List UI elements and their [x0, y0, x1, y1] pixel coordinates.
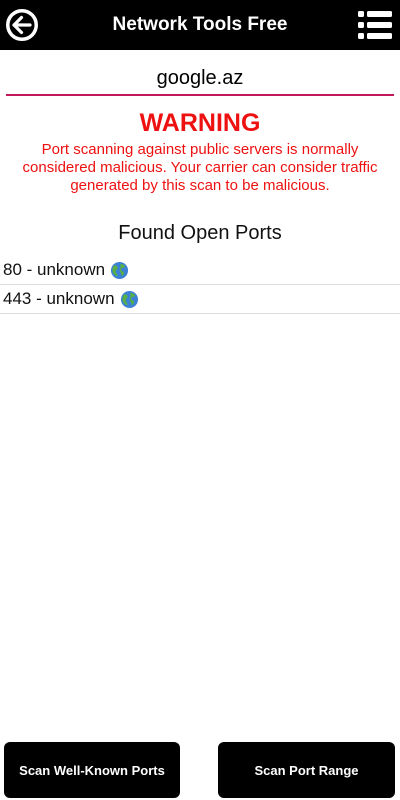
port-label: 443 - unknown	[3, 289, 115, 308]
globe-icon	[120, 290, 138, 308]
list-item[interactable]: 80 - unknown	[0, 256, 400, 285]
port-label: 80 - unknown	[3, 260, 106, 279]
ports-heading: Found Open Ports	[118, 222, 282, 244]
app-bar: Network Tools Free	[0, 0, 400, 50]
scan-well-known-ports-button[interactable]: Scan Well-Known Ports	[4, 742, 180, 798]
list-menu-icon	[358, 11, 392, 39]
warning-message: Port scanning against public servers is …	[22, 141, 378, 194]
port-scanner-screen: Network Tools Free WARNING Port scanning…	[0, 0, 400, 800]
list-item[interactable]: 443 - unknown	[0, 285, 400, 314]
ports-list: 80 - unknown 443 - unknown	[0, 256, 400, 314]
app-title: Network Tools Free	[112, 14, 288, 35]
host-field	[6, 62, 394, 98]
host-input[interactable]	[6, 62, 394, 96]
back-arrow-circle-icon	[6, 9, 38, 41]
warning-title: WARNING	[139, 109, 261, 137]
back-button[interactable]	[4, 7, 40, 43]
globe-icon	[111, 261, 129, 279]
scan-port-range-button[interactable]: Scan Port Range	[218, 742, 395, 798]
menu-button[interactable]	[358, 10, 392, 40]
